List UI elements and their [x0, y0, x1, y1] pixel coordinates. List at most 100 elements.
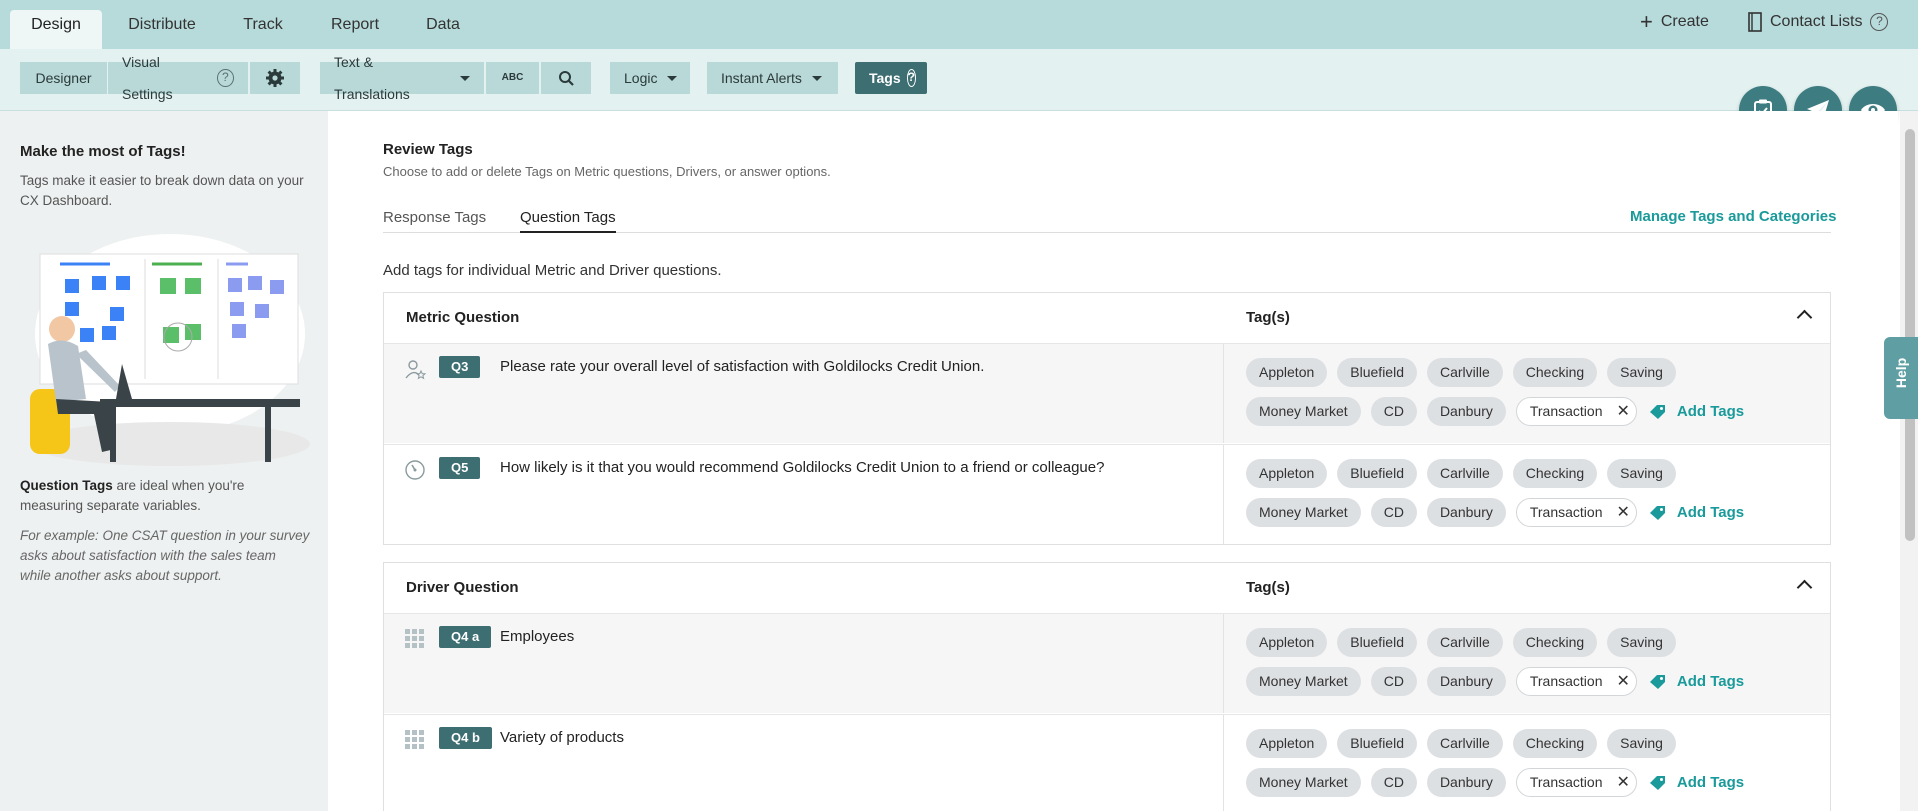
question-text: Employees — [500, 628, 575, 645]
tag-chip[interactable]: Danbury — [1426, 498, 1506, 527]
tag-chip[interactable]: Danbury — [1426, 667, 1506, 696]
tag-chip[interactable]: CD — [1370, 667, 1417, 696]
tag-chip[interactable]: Appleton — [1246, 358, 1328, 387]
tag-chip[interactable]: Bluefield — [1337, 628, 1417, 657]
help-tab[interactable]: Help — [1884, 337, 1918, 419]
tag-chip[interactable]: Carlville — [1426, 459, 1503, 488]
tag-chip[interactable]: Carlville — [1426, 358, 1503, 387]
add-tags-button[interactable]: Add Tags — [1649, 403, 1744, 420]
tag-chip[interactable]: CD — [1370, 768, 1417, 797]
text-translations-dropdown[interactable]: Text & Translations — [320, 54, 484, 102]
tag-icon — [1649, 404, 1665, 419]
tab-report[interactable]: Report — [318, 10, 392, 49]
tag-chip[interactable]: Checking — [1512, 459, 1598, 488]
add-tags-label: Add Tags — [1676, 774, 1745, 791]
tag-chip[interactable]: Checking — [1512, 729, 1598, 758]
selected-tag-chip[interactable]: Transaction ✕ — [1515, 768, 1637, 797]
text-translations-label: Text & Translations — [334, 54, 410, 102]
logic-dropdown[interactable]: Logic — [610, 62, 690, 94]
tab-data[interactable]: Data — [410, 10, 476, 49]
tag-list: Appleton Bluefield Carlville Checking Sa… — [1246, 628, 1806, 706]
chevron-up-icon[interactable] — [1796, 309, 1813, 326]
remove-tag-icon[interactable]: ✕ — [1616, 667, 1629, 696]
tag-chip[interactable]: Bluefield — [1337, 459, 1417, 488]
tag-chip[interactable]: CD — [1370, 397, 1417, 426]
tag-icon — [1649, 674, 1665, 689]
tag-chip[interactable]: Checking — [1512, 358, 1598, 387]
add-tags-button[interactable]: Add Tags — [1649, 673, 1744, 690]
tag-chip[interactable]: Appleton — [1246, 729, 1328, 758]
tag-chip[interactable]: Saving — [1607, 729, 1676, 758]
tag-chip[interactable]: Money Market — [1246, 498, 1361, 527]
add-tags-button[interactable]: Add Tags — [1649, 774, 1744, 791]
question-tags-description: Question Tags are ideal when you're meas… — [20, 476, 310, 516]
settings-button[interactable] — [250, 62, 300, 94]
designer-button[interactable]: Designer — [20, 62, 107, 94]
question-number-badge: Q5 — [439, 457, 481, 479]
tag-chip[interactable]: Danbury — [1426, 768, 1506, 797]
remove-tag-icon[interactable]: ✕ — [1616, 498, 1629, 527]
grid-icon — [405, 730, 424, 749]
tag-chip[interactable]: Money Market — [1246, 397, 1361, 426]
tag-chip[interactable]: Carlville — [1426, 628, 1503, 657]
tags-info-panel: Make the most of Tags! Tags make it easi… — [0, 111, 328, 811]
tag-chip[interactable]: Danbury — [1426, 397, 1506, 426]
person-star-icon — [405, 360, 426, 380]
tag-chip[interactable]: Saving — [1607, 358, 1676, 387]
column-header-tags: Tag(s) — [1246, 309, 1290, 326]
manage-tags-link[interactable]: Manage Tags and Categories — [1630, 208, 1836, 225]
visual-settings-label: Visual Settings — [122, 54, 173, 102]
scrollbar[interactable] — [1900, 111, 1918, 811]
add-tags-label: Add Tags — [1676, 403, 1745, 420]
tags-button[interactable]: Tags ? — [855, 62, 927, 94]
caret-down-icon — [667, 75, 678, 81]
chevron-up-icon[interactable] — [1796, 579, 1813, 596]
tag-icon — [1649, 505, 1665, 520]
tag-chip[interactable]: CD — [1370, 498, 1417, 527]
tab-question-tags[interactable]: Question Tags — [520, 209, 616, 233]
help-circle-icon: ? — [216, 69, 234, 87]
contact-lists-button[interactable]: Contact Lists ? — [1748, 12, 1889, 32]
tag-list: Appleton Bluefield Carlville Checking Sa… — [1246, 459, 1806, 537]
tag-chip[interactable]: Money Market — [1246, 768, 1361, 797]
panel-heading: Make the most of Tags! — [20, 143, 186, 160]
question-number-badge: Q4 b — [439, 727, 492, 749]
selected-tag-label: Transaction — [1529, 774, 1603, 790]
spell-check-button[interactable]: ABC — [486, 62, 539, 94]
tag-chip[interactable]: Carlville — [1426, 729, 1503, 758]
dashboard-illustration — [30, 234, 310, 466]
tag-chip[interactable]: Saving — [1607, 628, 1676, 657]
instant-alerts-dropdown[interactable]: Instant Alerts — [707, 62, 838, 94]
create-button[interactable]: + Create — [1640, 11, 1709, 33]
tag-chip[interactable]: Checking — [1512, 628, 1598, 657]
selected-tag-chip[interactable]: Transaction ✕ — [1515, 397, 1637, 426]
remove-tag-icon[interactable]: ✕ — [1616, 397, 1629, 426]
add-tags-button[interactable]: Add Tags — [1649, 504, 1744, 521]
tag-chip[interactable]: Bluefield — [1337, 358, 1417, 387]
question-number-badge: Q4 a — [439, 626, 492, 648]
remove-tag-icon[interactable]: ✕ — [1616, 768, 1629, 797]
question-tags-term: Question Tags — [20, 478, 113, 493]
tag-chip[interactable]: Money Market — [1246, 667, 1361, 696]
tag-chip[interactable]: Appleton — [1246, 459, 1328, 488]
scrollbar-thumb[interactable] — [1905, 129, 1915, 541]
top-navigation: Design Distribute Track Report Data + Cr… — [0, 0, 1918, 49]
tag-chip[interactable]: Saving — [1607, 459, 1676, 488]
caret-down-icon — [460, 75, 470, 81]
help-label: Help — [1893, 357, 1910, 389]
tab-distribute[interactable]: Distribute — [112, 10, 212, 49]
tab-track[interactable]: Track — [228, 10, 298, 49]
column-divider — [1223, 614, 1224, 713]
selected-tag-chip[interactable]: Transaction ✕ — [1515, 667, 1637, 696]
visual-settings-button[interactable]: Visual Settings ? — [108, 54, 248, 102]
help-circle-icon[interactable]: ? — [1870, 13, 1889, 31]
tag-chip[interactable]: Bluefield — [1337, 729, 1417, 758]
question-number-badge: Q3 — [439, 356, 481, 378]
question-text: Variety of products — [500, 729, 624, 746]
tab-response-tags[interactable]: Response Tags — [383, 209, 486, 233]
tab-design[interactable]: Design — [10, 10, 102, 49]
spell-check-icon: ABC — [501, 72, 524, 83]
tag-chip[interactable]: Appleton — [1246, 628, 1328, 657]
find-replace-button[interactable] — [541, 62, 591, 94]
selected-tag-chip[interactable]: Transaction ✕ — [1515, 498, 1637, 527]
